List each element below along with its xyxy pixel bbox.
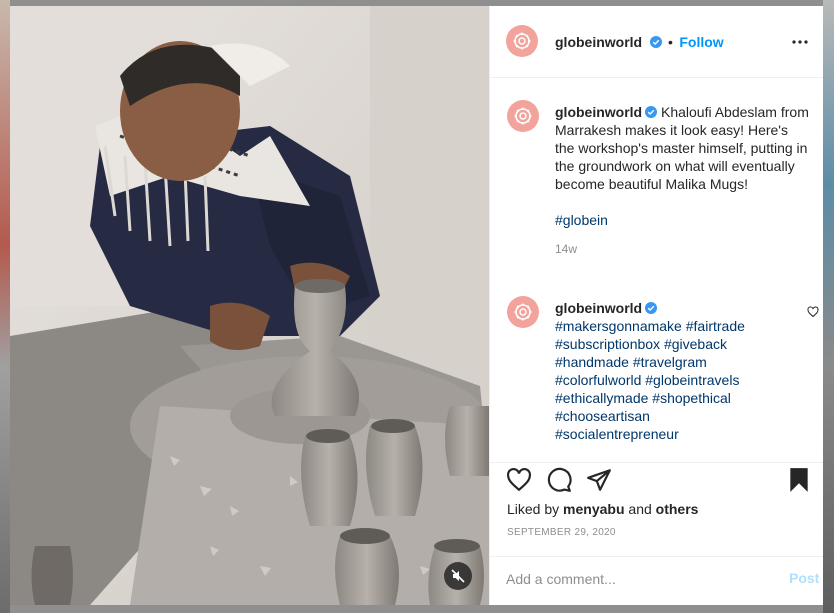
verified-badge-icon [645, 106, 658, 118]
likes-joiner: and [628, 501, 652, 517]
comment-body: globeinworld #makersgonnamake #fairtrade… [555, 299, 785, 443]
post-header: globeinworld • Follow [490, 6, 823, 78]
post-video[interactable] [10, 6, 489, 605]
caption-avatar[interactable] [507, 100, 539, 132]
author-username[interactable]: globeinworld [555, 34, 642, 50]
hashtag-link[interactable]: #chooseartisan [555, 408, 650, 424]
post-date[interactable]: SEPTEMBER 29, 2020 [507, 527, 616, 538]
liker-username[interactable]: menyabu [563, 501, 624, 517]
muted-speaker-icon [451, 569, 465, 583]
hashtag-link[interactable]: #makersgonnamake [555, 318, 682, 334]
actions-divider [490, 462, 823, 463]
caption-author[interactable]: globeinworld [555, 104, 642, 120]
heart-icon[interactable] [807, 306, 819, 318]
hashtag-link[interactable]: #giveback [664, 336, 727, 352]
separator-dot: • [668, 34, 673, 50]
hashtag-link[interactable]: #globeintravels [645, 372, 739, 388]
comment-avatar[interactable] [507, 296, 539, 328]
comment-author[interactable]: globeinworld [555, 300, 642, 316]
globein-logo-icon [514, 303, 532, 321]
post-panel: globeinworld • Follow globeinworld Khalo… [489, 6, 823, 605]
hashtag-link[interactable]: #subscriptionbox [555, 336, 660, 352]
caption-body: globeinworld Khaloufi Abdeslam from Marr… [555, 103, 811, 258]
hashtag-link[interactable]: #fairtrade [686, 318, 745, 334]
caption-hashtag[interactable]: #globein [555, 212, 608, 228]
hashtag-link[interactable]: #handmade [555, 354, 629, 370]
caption-time[interactable]: 14w [555, 240, 811, 258]
globein-logo-icon [514, 107, 532, 125]
follow-button[interactable]: Follow [679, 34, 723, 50]
share-icon[interactable] [586, 467, 612, 493]
avatar[interactable] [506, 25, 538, 57]
likes-prefix: Liked by [507, 501, 560, 517]
comments-list: globeinworld Khaloufi Abdeslam from Marr… [490, 78, 823, 462]
post-modal: globeinworld • Follow globeinworld Khalo… [10, 6, 823, 605]
likes-others-link[interactable]: others [656, 501, 699, 517]
hashtag-link[interactable]: #socialentrepreneur [555, 426, 679, 442]
bookmark-icon[interactable] [786, 467, 812, 493]
heart-icon[interactable] [506, 467, 532, 493]
likes-summary: Liked by menyabu and others [507, 501, 698, 517]
add-comment-input[interactable] [506, 568, 756, 590]
hashtag-link[interactable]: #ethicallymade [555, 390, 648, 406]
hashtag-link[interactable]: #shopethical [652, 390, 731, 406]
globein-logo-icon [513, 32, 531, 50]
post-comment-button[interactable]: Post [789, 570, 819, 586]
video-frame [10, 6, 489, 605]
verified-badge-icon [645, 302, 658, 314]
mute-toggle-button[interactable] [444, 562, 472, 590]
verified-badge-icon [649, 36, 662, 48]
comment-icon[interactable] [546, 467, 572, 493]
hashtag-link[interactable]: #travelgram [633, 354, 707, 370]
more-options-icon[interactable] [790, 32, 810, 52]
header-author-line: globeinworld • Follow [555, 34, 724, 52]
comment-box-divider [490, 556, 823, 557]
hashtag-link[interactable]: #colorfulworld [555, 372, 641, 388]
backdrop-right [823, 0, 834, 613]
backdrop-left [0, 0, 10, 613]
